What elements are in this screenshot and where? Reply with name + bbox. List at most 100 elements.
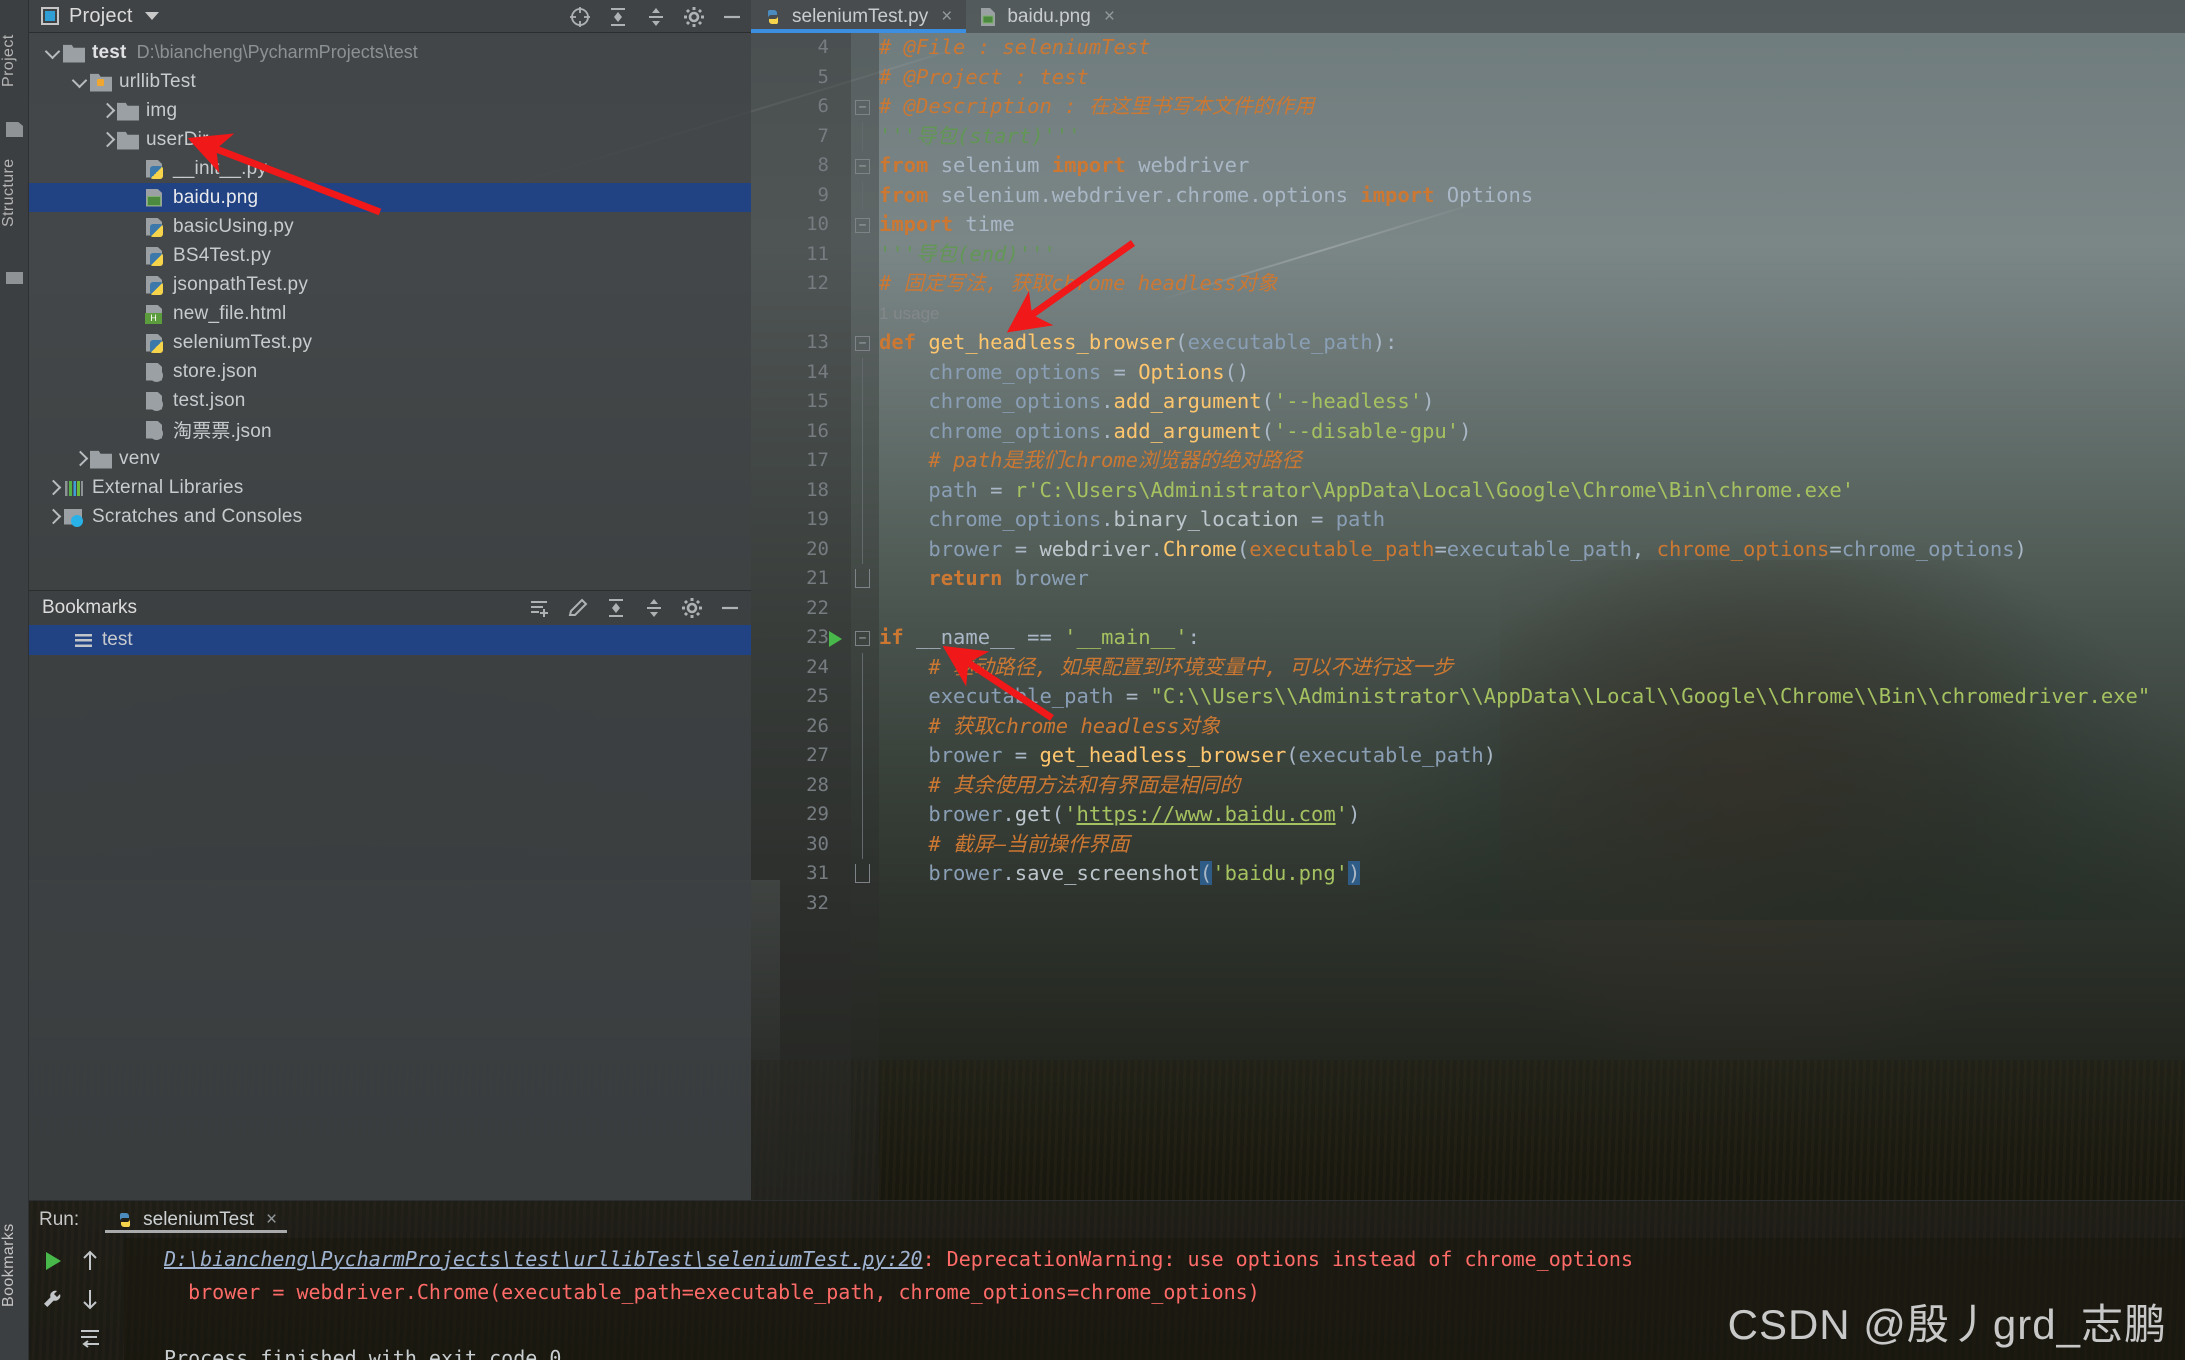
chevron-right-icon[interactable]	[97, 130, 117, 150]
tree-item-img[interactable]: img	[29, 96, 751, 125]
code-editor[interactable]: 4 # @File : seleniumTest 5 # @Project : tes…	[751, 33, 2185, 1200]
code-line-32[interactable]: 32	[751, 889, 2185, 919]
code-line-21[interactable]: 21 return brower	[751, 564, 2185, 594]
hide-panel-icon[interactable]	[721, 6, 743, 28]
chevron-right-icon[interactable]	[70, 449, 90, 469]
collapse-all-icon[interactable]	[643, 597, 665, 619]
soft-wrap-button[interactable]	[75, 1322, 105, 1352]
chevron-right-icon[interactable]	[97, 101, 117, 121]
tree-item-bs4test-py[interactable]: BS4Test.py	[29, 241, 751, 270]
code-line-20[interactable]: 20 brower = webdriver.Chrome(executable_…	[751, 534, 2185, 564]
code-line-26[interactable]: 26 # 获取chrome headless对象	[751, 711, 2185, 741]
hide-panel-icon[interactable]	[719, 597, 741, 619]
down-stack-button[interactable]	[75, 1284, 105, 1314]
code-line-29[interactable]: 29 brower.get('https://www.baidu.com')	[751, 800, 2185, 830]
fold-collapse-icon[interactable]: −	[855, 159, 870, 174]
code-line-13[interactable]: 13 − def get_headless_browser(executable_p…	[751, 328, 2185, 358]
tree-item-new-file-html[interactable]: Hnew_file.html	[29, 299, 751, 328]
code-line-25[interactable]: 25 executable_path = "C:\\Users\\Adminis…	[751, 682, 2185, 712]
code-line-15[interactable]: 15 chrome_options.add_argument('--headle…	[751, 387, 2185, 417]
settings-gear-icon[interactable]	[683, 6, 705, 28]
code-line-17[interactable]: 17 # path是我们chrome浏览器的绝对路径	[751, 446, 2185, 476]
chevron-down-icon[interactable]	[70, 72, 90, 92]
close-icon[interactable]: ×	[1104, 6, 1115, 28]
code-line-28[interactable]: 28 # 其余使用方法和有界面是相同的	[751, 770, 2185, 800]
expand-all-icon[interactable]	[607, 6, 629, 28]
code-lines[interactable]: 4 # @File : seleniumTest 5 # @Project : tes…	[751, 33, 2185, 1200]
expand-all-icon[interactable]	[605, 597, 627, 619]
tree-item-external-libraries[interactable]: External Libraries	[29, 473, 751, 502]
rerun-button[interactable]	[37, 1246, 67, 1276]
run-configuration-tab[interactable]: seleniumTest ×	[105, 1209, 288, 1233]
select-opened-file-icon[interactable]	[569, 6, 591, 28]
code-line-8[interactable]: 8 − from selenium import webdriver	[751, 151, 2185, 181]
python-file-icon	[144, 333, 166, 353]
code-line-24[interactable]: 24 # 驱动路径, 如果配置到环境变量中, 可以不进行这一步	[751, 652, 2185, 682]
code-line-4[interactable]: 4 # @File : seleniumTest	[751, 33, 2185, 63]
tree-item-userdir[interactable]: userDir	[29, 125, 751, 154]
code-line-7[interactable]: 7 '''导包(start)'''	[751, 121, 2185, 151]
settings-gear-icon[interactable]	[681, 597, 703, 619]
wrench-settings-button[interactable]	[37, 1284, 67, 1314]
tree-item-basicusing-py[interactable]: basicUsing.py	[29, 212, 751, 241]
close-icon[interactable]: ×	[266, 1209, 277, 1231]
code-line-14[interactable]: 14 chrome_options = Options()	[751, 357, 2185, 387]
code-line-30[interactable]: 30 # 截屏—当前操作界面	[751, 829, 2185, 859]
fold-collapse-icon[interactable]: −	[855, 100, 870, 115]
code-line-27[interactable]: 27 brower = get_headless_browser(executa…	[751, 741, 2185, 771]
code-line-18[interactable]: 18 path = r'C:\Users\Administrator\AppDa…	[751, 475, 2185, 505]
tool-window-button-project[interactable]: Project	[0, 6, 29, 116]
chevron-down-icon[interactable]	[43, 43, 63, 63]
code-text: executable_path = "C:\\Users\\Administra…	[879, 684, 2151, 708]
tree-item-venv[interactable]: venv	[29, 444, 751, 473]
tree-item-urllibtest[interactable]: urllibTest	[29, 67, 751, 96]
fold-region-end[interactable]	[855, 569, 870, 588]
editor-tab-bar[interactable]: seleniumTest.py × baidu.png ×	[751, 0, 2185, 33]
code-line-31[interactable]: 31 brower.save_screenshot('baidu.png')	[751, 859, 2185, 889]
tree-item-test-json[interactable]: test.json	[29, 386, 751, 415]
code-line-12[interactable]: 12 # 固定写法, 获取chrome headless对象	[751, 269, 2185, 299]
code-line-6[interactable]: 6 − # @Description : 在这里书写本文件的作用	[751, 92, 2185, 122]
code-line-9[interactable]: 9 from selenium.webdriver.chrome.options …	[751, 180, 2185, 210]
up-stack-button[interactable]	[75, 1246, 105, 1276]
code-text: '''导包(end)'''	[879, 241, 1056, 266]
code-line-5[interactable]: 5 # @Project : test	[751, 63, 2185, 93]
edit-bookmark-icon[interactable]	[567, 597, 589, 619]
close-icon[interactable]: ×	[941, 6, 952, 28]
tree-item-seleniumtest-py[interactable]: seleniumTest.py	[29, 328, 751, 357]
tree-item--init-py[interactable]: __init__.py	[29, 154, 751, 183]
collapse-all-icon[interactable]	[645, 6, 667, 28]
tree-item-label: Scratches and Consoles	[92, 505, 303, 527]
usage-hint[interactable]: 1 usage	[879, 299, 940, 329]
chevron-right-icon[interactable]	[43, 478, 63, 498]
code-line-11[interactable]: 11 '''导包(end)'''	[751, 240, 2185, 270]
editor-tab-baidu-png[interactable]: baidu.png ×	[966, 0, 1129, 33]
fold-collapse-icon[interactable]: −	[855, 336, 870, 351]
chevron-down-icon[interactable]	[144, 12, 159, 20]
fold-region-end[interactable]	[855, 864, 870, 883]
tree-item--json[interactable]: 淘票票.json	[29, 415, 751, 444]
add-bookmark-list-icon[interactable]	[529, 597, 551, 619]
bookmark-item[interactable]: test	[29, 625, 751, 655]
tree-item-test[interactable]: test D:\biancheng\PycharmProjects\test	[29, 38, 751, 67]
console-file-link[interactable]: D:\biancheng\PycharmProjects\test\urllib…	[164, 1247, 923, 1271]
console-warning-line[interactable]: D:\biancheng\PycharmProjects\test\urllib…	[124, 1243, 2185, 1276]
tool-window-button-bookmarks[interactable]: Bookmarks	[0, 1183, 29, 1348]
editor-tab-seleniumtest-py[interactable]: seleniumTest.py ×	[751, 0, 967, 33]
tree-item-baidu-png[interactable]: baidu.png	[29, 183, 751, 212]
code-line-22[interactable]: 22	[751, 594, 2185, 624]
chevron-right-icon[interactable]	[43, 507, 63, 527]
code-line-23[interactable]: 23 − if __name__ == '__main__':	[751, 623, 2185, 653]
code-line-16[interactable]: 16 chrome_options.add_argument('--disabl…	[751, 416, 2185, 446]
run-line-icon[interactable]	[829, 631, 842, 647]
more-tool-windows-icon[interactable]	[6, 272, 23, 284]
tree-item-scratches-and-consoles[interactable]: Scratches and Consoles	[29, 502, 751, 531]
fold-collapse-icon[interactable]: −	[855, 631, 870, 646]
fold-collapse-icon[interactable]: −	[855, 218, 870, 233]
bookmarks-list[interactable]: test	[29, 625, 751, 655]
tree-item-store-json[interactable]: store.json	[29, 357, 751, 386]
tree-item-jsonpathtest-py[interactable]: jsonpathTest.py	[29, 270, 751, 299]
code-line-19[interactable]: 19 chrome_options.binary_location = path	[751, 505, 2185, 535]
code-line-10[interactable]: 10 − import time	[751, 210, 2185, 240]
tool-window-button-structure[interactable]: Structure	[0, 130, 29, 255]
